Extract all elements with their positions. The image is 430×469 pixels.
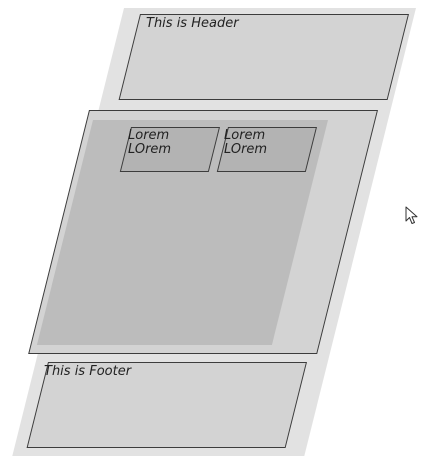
skewed-layout: This is Header Lorem LOrem Lorem LOrem T… [0, 0, 430, 469]
card-2-line-2: LOrem [224, 142, 268, 157]
footer-label: This is Footer [44, 364, 132, 379]
header-label: This is Header [146, 16, 239, 31]
mouse-pointer-icon [405, 206, 418, 224]
card-2-line-1: Lorem [224, 128, 266, 143]
card-1-line-1: Lorem [128, 128, 170, 143]
card-1-line-2: LOrem [128, 142, 172, 157]
card-1-text: Lorem LOrem [128, 129, 171, 157]
card-2-text: Lorem LOrem [224, 129, 267, 157]
